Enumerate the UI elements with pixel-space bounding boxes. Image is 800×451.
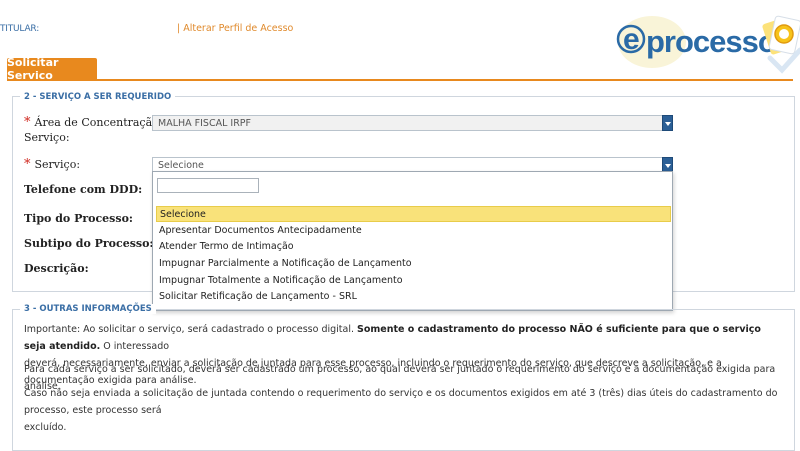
servico-dropdown: Selecione Apresentar Documentos Antecipa… [152, 171, 673, 311]
dropdown-option[interactable]: Selecione [156, 206, 671, 222]
alterar-perfil-link[interactable]: | Alterar Perfil de Acesso [177, 23, 293, 34]
dropdown-option[interactable]: Solicitar Retificação de Lançamento - SR… [156, 289, 671, 305]
p3-text-b: excluído. [24, 422, 67, 433]
p1-text-a: Importante: Ao solicitar o serviço, será… [24, 324, 358, 335]
section-outras-legend: 3 - OUTRAS INFORMAÇÕES [20, 304, 156, 314]
section-servico-legend: 2 - SERVIÇO A SER REQUERIDO [20, 92, 176, 102]
dropdown-search-input[interactable] [157, 178, 259, 193]
servico-label: * Serviço: [24, 157, 80, 172]
dropdown-option[interactable]: Atender Termo de Intimação [156, 239, 671, 255]
perfil-separator: | [177, 23, 181, 34]
area-select[interactable]: MALHA FISCAL IRPF [152, 115, 673, 131]
page-header: TITULAR: | Alterar Perfil de Acesso e pro… [0, 0, 800, 82]
tab-underline [7, 79, 793, 81]
p3-text-a: Caso não seja enviada a solicitação de j… [24, 388, 778, 416]
telefone-label: Telefone com DDD: [24, 183, 143, 196]
area-select-value: MALHA FISCAL IRPF [158, 118, 251, 129]
dropdown-option[interactable]: Impugnar Totalmente a Notificação de Lan… [156, 273, 671, 289]
eprocesso-logo: e processo [616, 15, 800, 74]
tab-solicitar-servico[interactable]: Solicitar Serviço [7, 56, 97, 82]
dropdown-option[interactable]: Impugnar Parcialmente a Notificação de L… [156, 256, 671, 272]
required-mark: * [24, 115, 31, 130]
titular-label: TITULAR: [0, 24, 40, 34]
area-label-line2: Serviço: [24, 131, 70, 144]
info-paragraph-3: Caso não seja enviada a solicitação de j… [24, 385, 784, 436]
descricao-label: Descrição: [24, 262, 89, 275]
svg-text:e: e [623, 23, 640, 56]
required-mark: * [24, 157, 31, 172]
svg-text:processo: processo [646, 24, 776, 59]
p1-text-c: O interessado [100, 341, 170, 352]
dropdown-option[interactable]: Apresentar Documentos Antecipadamente [156, 223, 671, 239]
tipo-label: Tipo do Processo: [24, 212, 133, 225]
subtipo-label: Subtipo do Processo: [24, 237, 154, 250]
alterar-perfil-text[interactable]: Alterar Perfil de Acesso [183, 23, 293, 34]
servico-select-value: Selecione [158, 160, 204, 171]
servico-label-text: Serviço: [34, 158, 81, 171]
chevron-down-icon[interactable] [662, 115, 673, 131]
